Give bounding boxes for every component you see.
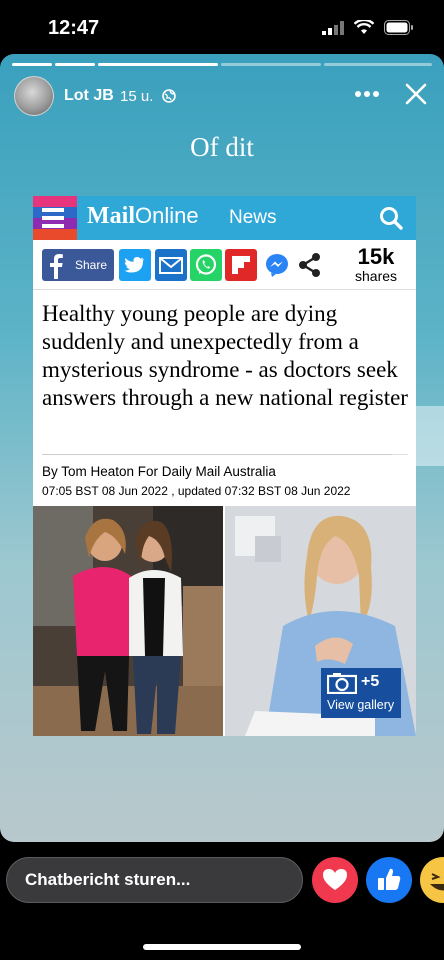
photo-illustration [33,506,223,736]
close-icon [405,83,427,105]
whatsapp-share-button [190,249,222,281]
article-photo-two-women [33,506,223,736]
article-screenshot: MailOnline News Share 15k shares Healthy… [33,196,416,736]
user-name[interactable]: Lot JB [64,87,114,105]
love-reaction-button[interactable] [312,857,358,903]
share-label: Share [75,258,108,272]
wifi-icon [354,20,374,34]
facebook-share-button: Share [42,249,114,281]
section-label: News [229,207,277,228]
close-button[interactable] [404,82,428,106]
whatsapp-icon [195,254,217,275]
cellular-signal-icon [322,20,344,35]
thumbs-up-icon [378,868,401,890]
dailymail-menu-logo [33,196,77,240]
view-gallery-button: +5 View gallery [321,668,401,718]
chevron-right-icon [396,424,410,448]
article-byline: By Tom Heaton For Daily Mail Australia [42,464,276,479]
search-icon [380,207,403,230]
share-count-number: 15k [357,244,395,269]
gallery-count: +5 [361,673,380,690]
flipboard-icon [232,256,250,274]
gallery-label: View gallery [327,698,395,712]
flipboard-share-button [225,249,257,281]
laughing-face-icon [430,873,444,891]
status-icons [322,20,414,35]
messenger-share-button [261,249,293,281]
home-indicator[interactable] [143,944,301,950]
facebook-icon [50,254,63,279]
dailymail-brand: MailOnline [87,203,199,229]
post-time: 15 u. [120,88,154,105]
progress-segment [55,63,95,66]
email-icon [159,257,183,274]
status-time: 12:47 [48,17,100,39]
next-story-button[interactable] [386,406,444,466]
more-share-button [295,249,325,281]
progress-segment [12,63,52,66]
dailymail-header: MailOnline News [33,196,416,240]
story-caption: Of dit [190,132,254,162]
chat-message-input[interactable]: Chatbericht sturen... [6,857,303,903]
haha-reaction-button[interactable] [420,857,444,903]
progress-segment [98,63,218,66]
heart-icon [323,869,347,890]
progress-segment [324,63,432,66]
camera-icon [327,673,357,694]
status-bar: 12:47 [0,0,444,54]
story-header: Lot JB 15 u. [14,76,434,118]
article-headline: Healthy young people are dying suddenly … [42,301,408,410]
like-reaction-button[interactable] [366,857,412,903]
story-progress [12,63,432,66]
share-count: 15k shares [355,244,398,285]
twitter-icon [124,257,144,273]
share-bar: Share 15k shares [33,240,416,290]
menu-icon [42,208,68,228]
article-dateline: 07:05 BST 08 Jun 2022 , updated 07:32 BS… [42,484,351,498]
messenger-icon [266,254,288,277]
share-count-label: shares [355,268,398,284]
twitter-share-button [119,249,151,281]
battery-icon [384,20,413,35]
phone-screen: 12:47 Lot JB 15 u. Of dit MailOnline New… [0,0,444,960]
divider [42,454,408,455]
share-icon [299,253,320,277]
avatar[interactable] [14,76,54,116]
more-options-button[interactable] [354,84,380,104]
globe-icon [162,89,176,103]
progress-segment [221,63,321,66]
story-view[interactable]: Lot JB 15 u. Of dit MailOnline News Shar… [0,54,444,842]
more-horizontal-icon [355,91,379,97]
article-photo-woman-chest-pain: +5 View gallery [225,506,416,736]
email-share-button [155,249,187,281]
